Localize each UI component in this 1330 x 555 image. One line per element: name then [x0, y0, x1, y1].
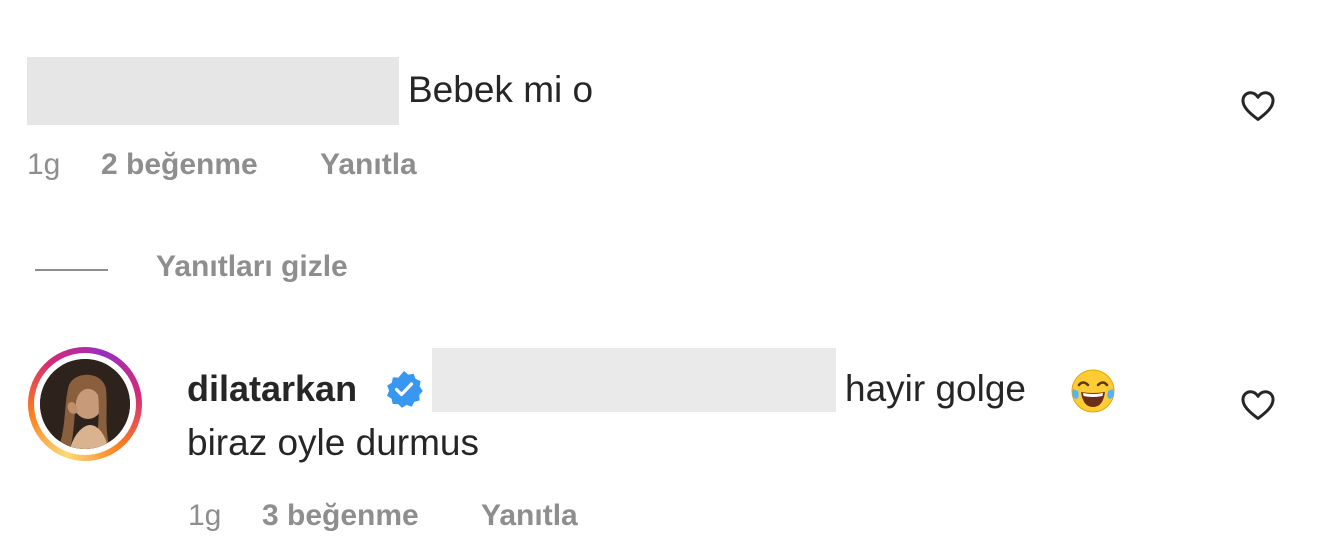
- avatar[interactable]: [40, 359, 130, 449]
- laughing-emoji-icon: [1069, 367, 1117, 415]
- reply-button[interactable]: Yanıtla: [481, 496, 578, 536]
- comment-text: Bebek mi o: [408, 69, 594, 110]
- comment-likes-link[interactable]: 3 beğenme: [262, 496, 419, 536]
- comment-text-line-1: hayir golge: [845, 368, 1027, 409]
- redacted-username: [27, 57, 399, 125]
- comment-text-line-2: biraz oyle durmus: [187, 422, 480, 463]
- verified-badge-icon: [384, 369, 424, 409]
- comment-timestamp: 1g: [188, 499, 222, 532]
- reply-button[interactable]: Yanıtla: [320, 145, 417, 185]
- replies-divider-line: [35, 269, 108, 271]
- heart-icon[interactable]: [1239, 87, 1277, 125]
- username-link[interactable]: dilatarkan: [187, 367, 357, 411]
- redacted-mention: [432, 348, 836, 412]
- hide-replies-button[interactable]: Yanıtları gizle: [156, 247, 348, 287]
- heart-icon[interactable]: [1239, 386, 1277, 424]
- comment-timestamp: 1g: [27, 148, 61, 181]
- comment-likes-link[interactable]: 2 beğenme: [101, 145, 258, 185]
